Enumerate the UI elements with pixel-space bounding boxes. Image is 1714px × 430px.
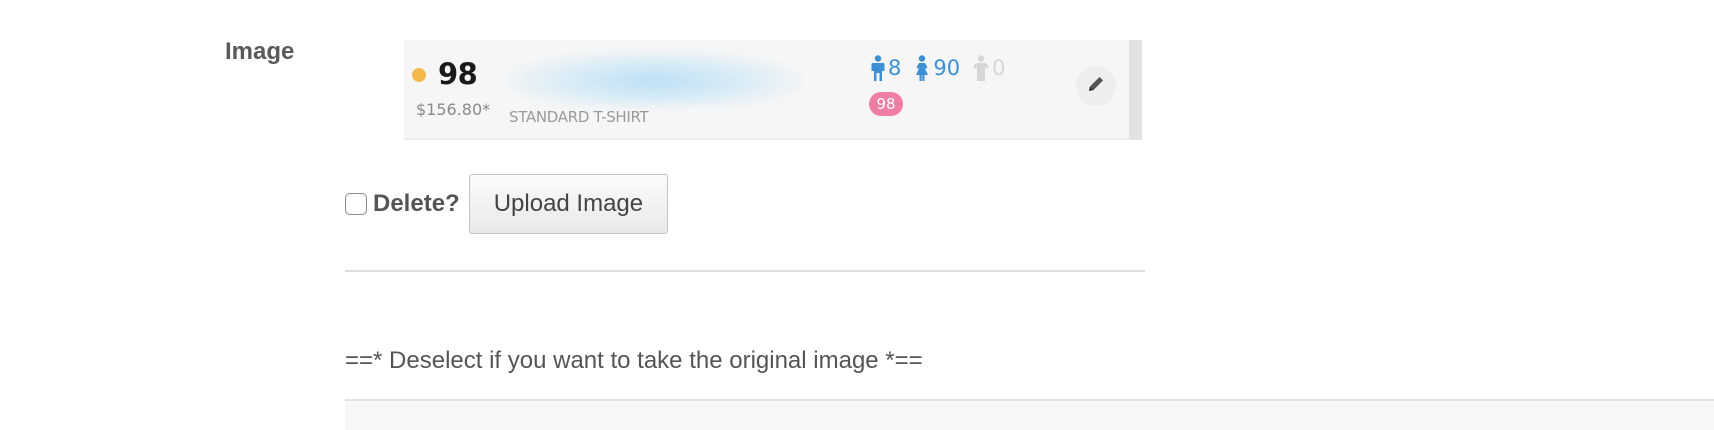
female-count: 90 [933,56,961,80]
blurred-product-title [504,50,804,106]
preview-count: 98 [438,57,478,91]
female-icon [913,55,931,81]
male-count: 8 [888,56,902,80]
delete-label[interactable]: Delete? [373,190,460,218]
image-field-section: Image 98 $156.80* STANDARD T-SHIRT 8 90 … [0,0,1714,430]
product-type: STANDARD T-SHIRT [509,108,649,126]
upload-image-button[interactable]: Upload Image [468,174,669,234]
shirt-icon [972,55,990,81]
preview-scrollbar[interactable] [1129,40,1142,140]
bottom-panel [345,399,1714,430]
pencil-icon [1086,74,1106,99]
male-stat: 8 [870,55,901,81]
edit-button[interactable] [1076,66,1116,106]
unisex-count: 0 [992,56,1006,80]
delete-checkbox[interactable] [345,193,367,215]
hint-text: ==* Deselect if you want to take the ori… [345,347,923,374]
count-badge: 98 [869,92,903,116]
unisex-stat: 0 [972,55,1005,81]
male-icon [870,55,886,81]
preview-price: $156.80* [416,100,491,119]
status-dot [412,68,426,82]
delete-row: Delete? Upload Image [345,173,669,235]
image-field-label: Image [225,38,295,65]
divider [345,270,1145,272]
gender-stats: 8 90 0 [870,54,1017,82]
image-preview-card: 98 $156.80* STANDARD T-SHIRT 8 90 0 98 [404,40,1132,140]
female-stat: 90 [913,55,960,81]
